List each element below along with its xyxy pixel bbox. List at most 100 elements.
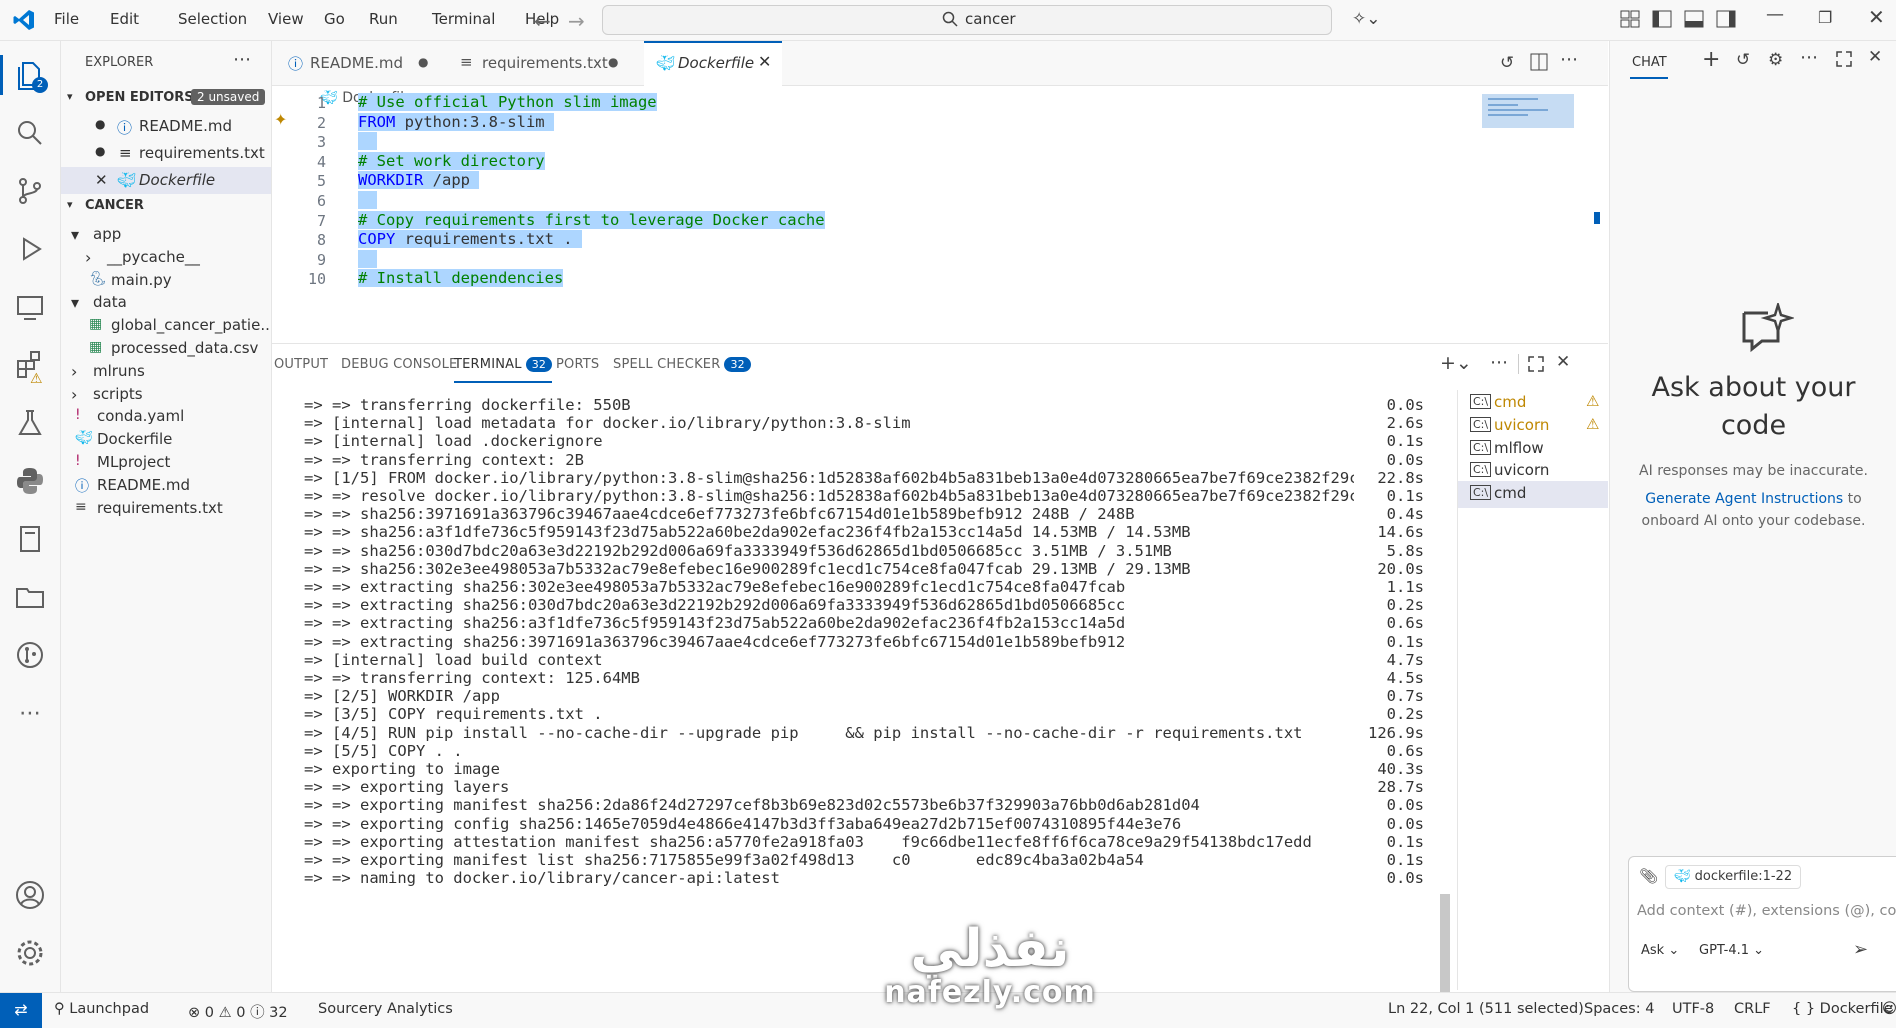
terminal-line: => => naming to docker.io/library/cancer…	[304, 869, 1424, 891]
close-editor-icon[interactable]: ✕	[95, 171, 108, 189]
panel-tab-spell-checker[interactable]: SPELL CHECKER 32	[613, 357, 751, 372]
search-view-icon[interactable]	[14, 117, 46, 149]
unsaved-dot-icon[interactable]: ●	[418, 55, 428, 69]
python-icon[interactable]	[14, 465, 46, 497]
tab-readme[interactable]: ⓘ README.md ●	[272, 41, 444, 85]
menu-run[interactable]: Run	[369, 10, 398, 28]
restore-icon[interactable]: ❐	[1818, 8, 1832, 27]
tree-item-label: README.md	[97, 475, 191, 494]
minimap[interactable]	[1482, 94, 1574, 128]
open-editor-requirements[interactable]: ● ≡ requirements.txt	[61, 140, 271, 167]
code-line	[358, 191, 377, 209]
menu-terminal[interactable]: Terminal	[432, 10, 495, 28]
close-panel-icon[interactable]: ✕	[1556, 352, 1570, 372]
forward-arrow-icon[interactable]: →	[568, 9, 585, 33]
close-window-icon[interactable]: ✕	[1868, 5, 1885, 29]
terminal-name: mlflow	[1494, 438, 1544, 457]
remote-explorer-icon[interactable]	[14, 291, 46, 323]
new-terminal-icon[interactable]: +⌄	[1440, 352, 1472, 374]
menu-view[interactable]: View	[268, 10, 304, 28]
command-center-search[interactable]: cancer	[602, 5, 1332, 35]
copilot-menu-icon[interactable]: ✧⌄	[1352, 9, 1381, 29]
back-arrow-icon[interactable]: ←	[534, 9, 551, 33]
terminal-icon: C:\	[1470, 462, 1492, 478]
close-chat-icon[interactable]: ✕	[1868, 47, 1882, 67]
line-number: 4	[316, 152, 326, 171]
encoding[interactable]: UTF-8	[1672, 1001, 1714, 1017]
settings-gear-icon[interactable]	[14, 937, 46, 969]
code-editor[interactable]: 🐳︎ Dockerfile › ... ✦ 1# Use official Py…	[272, 86, 1608, 342]
unsaved-dot-icon[interactable]: ●	[608, 55, 618, 69]
more-views-icon[interactable]: ⋯	[14, 701, 46, 733]
mode-select[interactable]: Ask ⌄	[1641, 943, 1679, 958]
tab-dockerfile[interactable]: 🐳︎ Dockerfile ✕	[644, 41, 782, 88]
terminal-list-item[interactable]: C:\ cmd	[1458, 481, 1608, 509]
attach-icon[interactable]: 📎︎	[1639, 867, 1658, 885]
chat-input[interactable]: Add context (#), extensions (@), command…	[1637, 903, 1896, 919]
more-actions-icon[interactable]: ⋯	[233, 49, 251, 70]
menu-edit[interactable]: Edit	[110, 10, 139, 28]
project-header[interactable]: ▾ CANCER	[61, 194, 271, 221]
panel-tab-output[interactable]: OUTPUT	[274, 357, 328, 372]
open-editor-dockerfile[interactable]: ✕ 🐳︎ Dockerfile	[61, 167, 271, 194]
panel-tab-debug-console[interactable]: DEBUG CONSOLE	[341, 357, 457, 372]
panel-tab-terminal[interactable]: TERMINAL 32	[454, 357, 553, 383]
testing-icon[interactable]	[14, 407, 46, 439]
send-icon[interactable]: ➢	[1853, 939, 1868, 960]
model-select[interactable]: GPT-4.1 ⌄	[1699, 943, 1764, 958]
close-tab-icon[interactable]: ✕	[758, 52, 771, 71]
tree-item[interactable]: ≡ requirements.txt	[61, 495, 271, 522]
cursor-position[interactable]: Ln 22, Col 1 (511 selected)	[1388, 1001, 1584, 1017]
toggle-primary-sidebar-icon[interactable]	[1652, 10, 1672, 28]
code-text	[358, 132, 377, 151]
menu-selection[interactable]: Selection	[178, 10, 247, 28]
open-editors-header[interactable]: ▾ OPEN EDITORS 2 unsaved	[61, 86, 271, 113]
maximize-chat-icon[interactable]	[1836, 51, 1852, 67]
terminal-text: => => transferring context: 2B	[304, 450, 584, 469]
menu-file[interactable]: File	[54, 10, 79, 28]
chat-more-icon[interactable]: ⋯	[1800, 47, 1818, 68]
sparkle-icon[interactable]: ✦	[274, 110, 287, 129]
sourcery-item[interactable]: Sourcery Analytics	[318, 1001, 453, 1017]
customize-layout-icon[interactable]	[1620, 10, 1640, 28]
split-editor-icon[interactable]	[1530, 53, 1548, 71]
line-ending[interactable]: CRLF	[1734, 1001, 1771, 1017]
chat-history-icon[interactable]: ↺	[1736, 50, 1750, 70]
timeline-icon[interactable]: ↺	[1500, 53, 1514, 73]
panel-more-icon[interactable]: ⋯	[1490, 352, 1508, 373]
chat-settings-icon[interactable]: ⚙	[1768, 50, 1783, 70]
problems-item[interactable]: ⊗ 0 ⚠ 0 ⓘ 32	[188, 1001, 288, 1022]
editor-more-icon[interactable]: ⋯	[1560, 49, 1578, 70]
git-graph-icon[interactable]	[14, 639, 46, 671]
accounts-icon[interactable]	[14, 879, 46, 911]
maximize-panel-icon[interactable]	[1528, 356, 1544, 372]
unsaved-dot-icon[interactable]: ●	[95, 117, 105, 131]
run-debug-icon[interactable]	[14, 233, 46, 265]
docker-icon: 🐳︎	[1674, 869, 1691, 884]
new-chat-icon[interactable]: +	[1702, 47, 1720, 72]
terminal-scrollbar[interactable]	[1440, 894, 1450, 994]
indentation[interactable]: Spaces: 4	[1584, 1001, 1654, 1017]
context-chip[interactable]: 🐳︎ dockerfile:1-22	[1665, 865, 1802, 889]
toggle-secondary-sidebar-icon[interactable]	[1716, 10, 1736, 28]
open-editor-readme[interactable]: ● ⓘ README.md	[61, 113, 271, 140]
panel-tab-ports[interactable]: PORTS	[556, 357, 599, 372]
remote-indicator-icon[interactable]: ⇄	[0, 993, 42, 1028]
folder-icon[interactable]	[14, 581, 46, 613]
toggle-panel-icon[interactable]	[1684, 10, 1704, 28]
language-mode[interactable]: { } Dockerfile	[1792, 1001, 1893, 1017]
minimize-icon[interactable]: —	[1766, 4, 1784, 25]
source-control-icon[interactable]	[14, 175, 46, 207]
terminal-time: 0.1s	[1386, 632, 1424, 651]
tab-requirements[interactable]: ≡ requirements.txt ●	[444, 41, 634, 85]
chevron-down-icon: ▾	[67, 198, 73, 211]
explorer-title: EXPLORER	[85, 55, 154, 70]
copilot-status-icon[interactable]: ☺	[1882, 1001, 1896, 1017]
launchpad-item[interactable]: ⚲ Launchpad	[54, 1001, 149, 1017]
generate-instructions-link[interactable]: Generate Agent Instructions	[1645, 491, 1843, 507]
menu-go[interactable]: Go	[324, 10, 345, 28]
editor-tabs: ⓘ README.md ● ≡ requirements.txt ● 🐳︎ Do…	[272, 41, 1608, 88]
unsaved-dot-icon[interactable]: ●	[95, 144, 105, 158]
code-argument: requirements.txt .	[395, 230, 582, 249]
notebook-icon[interactable]	[14, 523, 46, 555]
